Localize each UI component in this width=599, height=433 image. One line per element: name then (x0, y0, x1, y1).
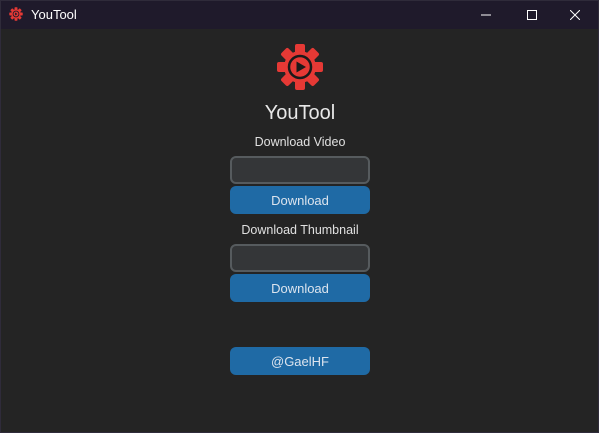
gear-play-icon (277, 44, 323, 90)
maximize-icon (527, 10, 537, 20)
window-title: YouTool (31, 7, 77, 22)
download-thumbnail-label: Download Thumbnail (241, 223, 359, 237)
credit-button[interactable]: @GaelHF (230, 347, 370, 375)
gear-play-icon (9, 7, 23, 21)
minimize-button[interactable] (463, 1, 509, 29)
app-window: YouTool YouTool Download Video Download … (0, 0, 599, 433)
maximize-button[interactable] (509, 1, 555, 29)
thumbnail-url-input[interactable] (230, 244, 370, 272)
download-thumbnail-button[interactable]: Download (230, 274, 370, 302)
minimize-icon (481, 14, 491, 16)
app-title: YouTool (264, 102, 336, 124)
close-icon (570, 10, 580, 20)
download-video-label: Download Video (254, 135, 346, 149)
title-bar[interactable]: YouTool (1, 1, 598, 29)
video-url-input[interactable] (230, 156, 370, 184)
main-content: YouTool Download Video Download Download… (1, 29, 598, 432)
close-button[interactable] (552, 1, 598, 29)
download-video-button[interactable]: Download (230, 186, 370, 214)
